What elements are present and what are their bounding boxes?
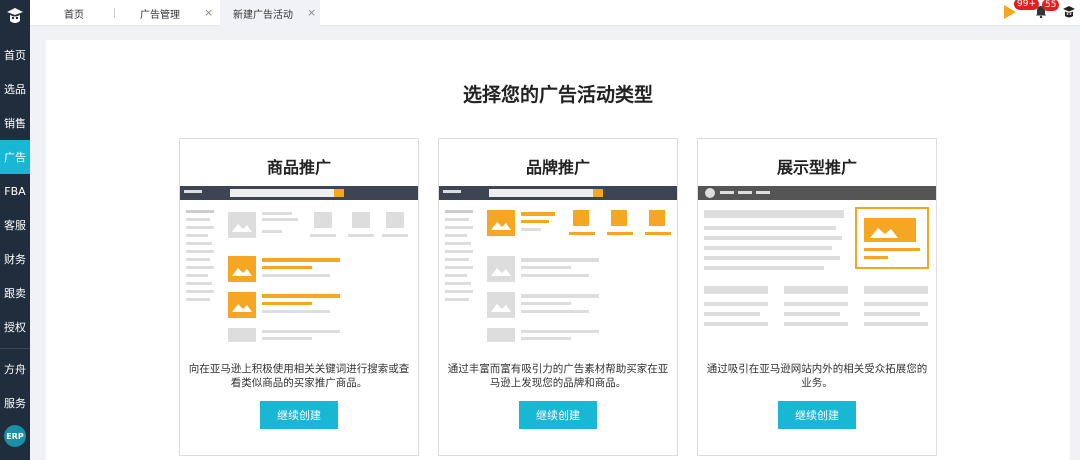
campaign-card-sponsored-display: 展示型推广 通过吸引在亚马逊网站内外的相关受众拓展您的业务。 继续创建 [697, 138, 937, 456]
continue-create-button[interactable]: 继续创建 [519, 401, 597, 429]
sidebar-item-ads[interactable]: 广告 [0, 140, 30, 174]
continue-create-button[interactable]: 继续创建 [778, 401, 856, 429]
erp-button[interactable]: ERP [4, 425, 26, 447]
card-title: 商品推广 [266, 158, 331, 177]
logo-icon[interactable] [4, 6, 26, 28]
campaign-card-sponsored-products: 商品推广 向在亚马逊上积极使用相关关键词进行搜索或查看类似商品的买家推广商品。 … [179, 138, 419, 456]
user-avatar-icon[interactable] [1061, 5, 1077, 21]
tab-new-campaign[interactable]: 新建广告活动 [220, 0, 320, 26]
sidebar-item-fba[interactable]: FBA [0, 174, 30, 208]
sidebar-item-ark[interactable]: 方舟 [0, 352, 30, 386]
tab-close-icon[interactable]: × [204, 6, 213, 19]
page-title: 选择您的广告活动类型 [462, 84, 653, 106]
sidebar-item-home[interactable]: 首页 [0, 38, 30, 72]
sponsored-display-illustration [698, 186, 936, 342]
continue-create-button[interactable]: 继续创建 [260, 401, 338, 429]
sidebar-item-service[interactable]: 服务 [0, 386, 30, 420]
tab-home[interactable]: 首页 [64, 0, 84, 26]
bell-badge: 55 [1042, 0, 1060, 11]
tab-separator [114, 8, 115, 18]
sponsored-products-illustration [180, 186, 418, 342]
tab-ad-management[interactable]: 广告管理 [140, 0, 180, 26]
campaign-card-sponsored-brands: 品牌推广 通过丰富而富有吸引力的广告素材帮助买家在亚马逊上发现您的品牌和商品。 … [438, 138, 678, 456]
sidebar-item-authorization[interactable]: 授权 [0, 310, 30, 344]
sponsored-brands-illustration [439, 186, 677, 342]
sidebar-item-customer-service[interactable]: 客服 [0, 208, 30, 242]
sidebar-divider [0, 348, 30, 349]
sidebar: 首页 选品 销售 广告 FBA 客服 财务 跟卖 授权 方舟 服务 ERP [0, 0, 30, 460]
main-panel: 选择您的广告活动类型 商品推广 向在亚马逊上积极使用相关关键词进行搜索或查看类似… [46, 40, 1070, 460]
card-description: 通过丰富而富有吸引力的广告素材帮助买家在亚马逊上发现您的品牌和商品。 [447, 363, 669, 389]
top-bar: 首页 广告管理 × 新建广告活动 × [30, 0, 1080, 26]
card-description: 向在亚马逊上积极使用相关关键词进行搜索或查看类似商品的买家推广商品。 [188, 363, 410, 389]
card-title: 品牌推广 [525, 158, 590, 177]
sidebar-item-sales[interactable]: 销售 [0, 106, 30, 140]
card-title: 展示型推广 [776, 158, 857, 177]
sidebar-item-follow-sell[interactable]: 跟卖 [0, 276, 30, 310]
sidebar-item-finance[interactable]: 财务 [0, 242, 30, 276]
sidebar-item-product-selection[interactable]: 选品 [0, 72, 30, 106]
card-description: 通过吸引在亚马逊网站内外的相关受众拓展您的业务。 [706, 363, 928, 389]
tab-close-icon[interactable]: × [307, 6, 316, 19]
